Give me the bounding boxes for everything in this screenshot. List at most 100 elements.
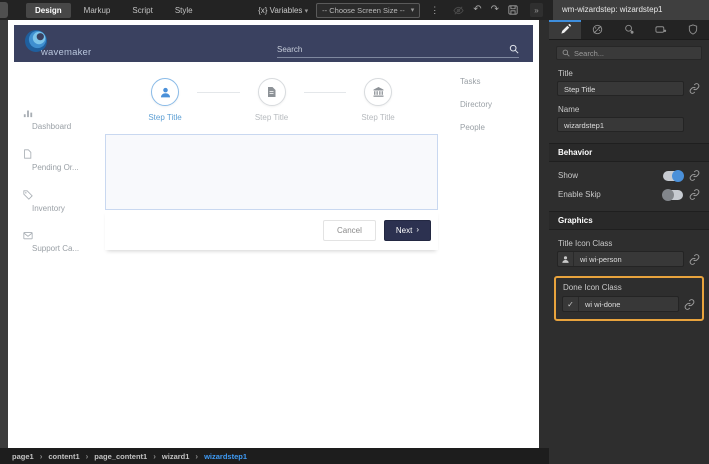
bind-link-icon[interactable] bbox=[689, 170, 701, 181]
done-icon-class-highlight: Done Icon Class ✓ wi wi-done bbox=[554, 276, 704, 321]
kebab-menu-icon[interactable]: ⋮ bbox=[428, 6, 441, 15]
title-icon-class-field[interactable]: wi wi-person bbox=[557, 251, 684, 267]
undo-icon[interactable]: ↶ bbox=[473, 5, 481, 15]
show-toggle[interactable] bbox=[663, 171, 683, 181]
file-icon bbox=[23, 149, 111, 159]
enable-skip-toggle[interactable] bbox=[663, 190, 683, 200]
title-field[interactable]: Step Title bbox=[557, 81, 684, 96]
step-label: Step Title bbox=[148, 113, 181, 122]
nav-item-pending-orders[interactable]: Pending Or... bbox=[23, 149, 111, 190]
toolbar-action-icons: ↶ ↷ bbox=[449, 5, 522, 16]
list-item-tasks[interactable]: Tasks bbox=[460, 77, 540, 100]
cancel-button[interactable]: Cancel bbox=[323, 220, 376, 241]
variables-menu[interactable]: {x} Variables ▾ bbox=[258, 6, 308, 15]
behavior-section-header: Behavior bbox=[549, 143, 709, 162]
redo-icon[interactable]: ↷ bbox=[491, 5, 499, 15]
selected-widget-title: wm-wizardstep: wizardstep1 bbox=[553, 0, 709, 20]
person-icon bbox=[558, 252, 574, 266]
wizard-step-2[interactable]: Step Title bbox=[240, 78, 304, 122]
wizard-step-3[interactable]: Step Title bbox=[346, 78, 410, 122]
breadcrumb: page1 › content1 › page_content1 › wizar… bbox=[0, 448, 549, 464]
next-button-label: Next bbox=[396, 226, 412, 235]
bind-link-icon[interactable] bbox=[689, 254, 701, 265]
property-search-input[interactable]: Search... bbox=[556, 46, 702, 60]
done-icon-class-field[interactable]: ✓ wi wi-done bbox=[562, 296, 679, 312]
nav-item-label: Pending Or... bbox=[32, 163, 111, 172]
list-item-directory[interactable]: Directory bbox=[460, 100, 540, 123]
collapsed-panel-handle[interactable] bbox=[0, 2, 8, 18]
inspector-tabs bbox=[549, 20, 709, 40]
wizard-widget: Step Title Step Title Step Title Cancel … bbox=[105, 78, 438, 250]
screen-size-select[interactable]: -- Choose Screen Size -- ▾ bbox=[316, 3, 420, 18]
tab-device[interactable] bbox=[645, 20, 677, 39]
step-circle bbox=[258, 78, 286, 106]
panel-expand-button[interactable]: » bbox=[530, 3, 543, 17]
wizard-steps: Step Title Step Title Step Title bbox=[105, 78, 438, 122]
app-side-nav: Dashboard Pending Or... Inventory Suppor… bbox=[23, 108, 111, 272]
tab-style[interactable]: Style bbox=[166, 3, 202, 18]
bind-link-icon[interactable] bbox=[689, 189, 701, 200]
wizard-step-content[interactable] bbox=[105, 134, 438, 210]
wizard-footer: Cancel Next › bbox=[105, 210, 438, 250]
tab-design[interactable]: Design bbox=[26, 3, 71, 18]
name-field-label: Name bbox=[558, 105, 700, 114]
search-icon bbox=[562, 49, 570, 57]
step-label: Step Title bbox=[255, 113, 288, 122]
breadcrumb-wizard1[interactable]: wizard1 bbox=[162, 452, 190, 461]
left-edge-strip bbox=[0, 20, 8, 448]
breadcrumb-page-content1[interactable]: page_content1 bbox=[94, 452, 147, 461]
breadcrumb-content1[interactable]: content1 bbox=[48, 452, 79, 461]
bar-chart-icon bbox=[23, 108, 111, 118]
name-field[interactable]: wizardstep1 bbox=[557, 117, 684, 132]
check-icon: ✓ bbox=[563, 297, 579, 311]
tab-script[interactable]: Script bbox=[123, 3, 161, 18]
breadcrumb-wizardstep1[interactable]: wizardstep1 bbox=[204, 452, 247, 461]
chevron-right-icon: › bbox=[86, 452, 89, 461]
nav-item-label: Inventory bbox=[32, 204, 111, 213]
mail-icon bbox=[23, 231, 111, 240]
preview-eye-off-icon[interactable] bbox=[453, 5, 464, 16]
search-icon bbox=[509, 44, 519, 54]
list-item-people[interactable]: People bbox=[460, 123, 540, 146]
show-toggle-label: Show bbox=[558, 171, 657, 180]
pencil-icon bbox=[560, 24, 571, 35]
variables-label: {x} Variables bbox=[258, 6, 302, 15]
tab-security[interactable] bbox=[677, 20, 709, 39]
mode-tabs: Design Markup Script Style bbox=[26, 3, 202, 18]
tab-styles[interactable] bbox=[581, 20, 613, 39]
breadcrumb-page1[interactable]: page1 bbox=[12, 452, 34, 461]
app-header: wavemaker Search bbox=[14, 25, 533, 62]
app-search-placeholder: Search bbox=[277, 45, 302, 54]
nav-item-label: Dashboard bbox=[32, 122, 111, 131]
property-search-placeholder: Search... bbox=[574, 49, 604, 58]
tab-markup[interactable]: Markup bbox=[75, 3, 120, 18]
chevron-right-icon: › bbox=[416, 226, 419, 234]
bind-link-icon[interactable] bbox=[689, 83, 701, 94]
done-icon-class-label: Done Icon Class bbox=[563, 283, 695, 292]
nav-item-dashboard[interactable]: Dashboard bbox=[23, 108, 111, 149]
screen-size-label: -- Choose Screen Size -- bbox=[322, 6, 405, 15]
app-search-field[interactable]: Search bbox=[277, 44, 519, 58]
nav-item-label: Support Ca... bbox=[32, 244, 111, 253]
app-right-list: Tasks Directory People bbox=[460, 77, 540, 146]
nav-item-support[interactable]: Support Ca... bbox=[23, 231, 111, 272]
properties-panel: Search... Title Step Title Name wizardst… bbox=[549, 20, 709, 464]
bind-link-icon[interactable] bbox=[684, 299, 696, 310]
shield-icon bbox=[688, 24, 698, 35]
nav-item-inventory[interactable]: Inventory bbox=[23, 190, 111, 231]
document-icon bbox=[266, 86, 277, 98]
title-icon-class-value: wi wi-person bbox=[574, 255, 628, 264]
chevron-right-icon: › bbox=[153, 452, 156, 461]
wizard-step-1[interactable]: Step Title bbox=[133, 78, 197, 122]
chevron-down-icon: ▾ bbox=[411, 6, 415, 14]
step-circle bbox=[364, 78, 392, 106]
enable-skip-toggle-label: Enable Skip bbox=[558, 190, 657, 199]
tab-properties[interactable] bbox=[549, 20, 581, 39]
step-connector bbox=[197, 92, 240, 93]
next-button[interactable]: Next › bbox=[384, 220, 431, 241]
tab-events[interactable] bbox=[613, 20, 645, 39]
tag-icon bbox=[23, 190, 111, 200]
step-circle bbox=[151, 78, 179, 106]
save-icon[interactable] bbox=[508, 5, 518, 15]
brand-name: wavemaker bbox=[41, 47, 91, 58]
